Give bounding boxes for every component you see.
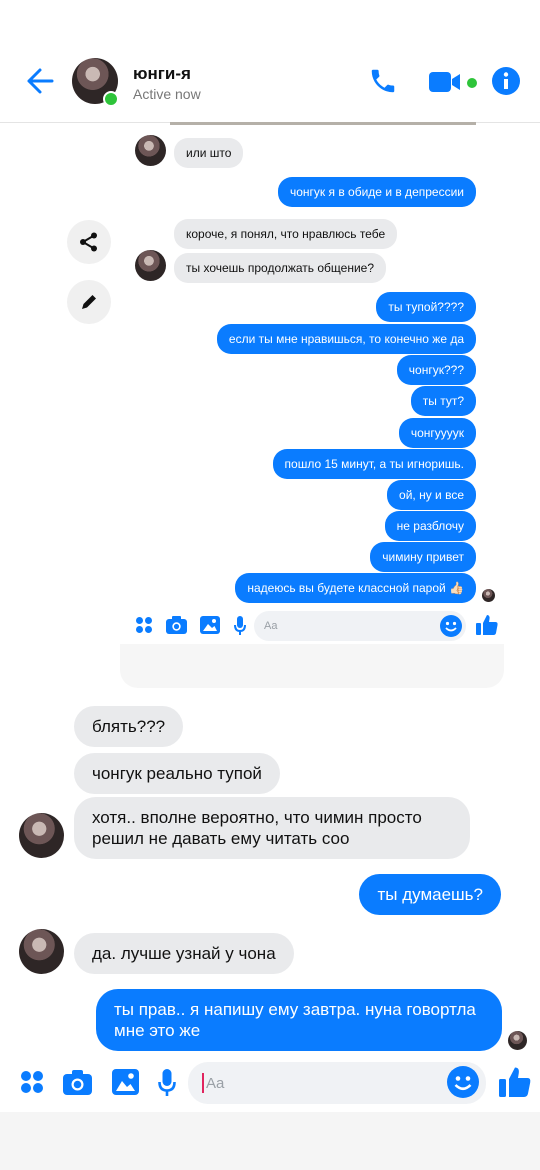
video-active-dot xyxy=(465,76,479,90)
inner-avatar xyxy=(135,135,166,166)
sender-avatar[interactable] xyxy=(19,929,64,974)
contact-status: Active now xyxy=(133,86,201,102)
inner-message: или што xyxy=(174,138,244,168)
message-bubble[interactable]: ты прав.. я напишу ему завтра. нуна гово… xyxy=(96,989,502,1051)
inner-read-receipt-avatar xyxy=(482,589,495,602)
back-arrow-icon[interactable] xyxy=(24,66,54,96)
microphone-icon[interactable] xyxy=(158,1069,176,1097)
inner-bottom-blur xyxy=(120,644,504,688)
contact-name[interactable]: юнги-я xyxy=(133,64,191,84)
inner-message: чонгуууук xyxy=(398,418,476,448)
message-bubble[interactable]: да. лучше узнай у чона xyxy=(74,933,294,974)
message-bubble[interactable]: чонгук реально тупой xyxy=(74,753,280,794)
inner-message: пошло 15 минут, а ты игноришь. xyxy=(272,449,476,479)
message-input[interactable]: Aa xyxy=(188,1062,486,1104)
input-placeholder: Aa xyxy=(206,1074,225,1092)
inner-input-placeholder: Aa xyxy=(264,620,278,632)
inner-message: короче, я понял, что нравлюсь тебе xyxy=(174,219,398,249)
inner-camera-icon xyxy=(166,616,187,634)
apps-icon[interactable] xyxy=(20,1070,44,1094)
message-bubble[interactable]: блять??? xyxy=(74,706,184,747)
edit-button[interactable] xyxy=(67,280,111,324)
shared-screenshot[interactable]: или што чонгук я в обиде и в депрессии к… xyxy=(0,122,540,692)
phone-call-icon[interactable] xyxy=(368,66,398,96)
inner-message: ой, ну и все xyxy=(387,480,476,510)
camera-icon[interactable] xyxy=(63,1069,92,1095)
inner-apps-icon xyxy=(135,616,153,634)
inner-message: не разблочу xyxy=(384,511,476,541)
inner-message: чимину привет xyxy=(370,542,476,572)
sender-avatar[interactable] xyxy=(19,813,64,858)
video-call-icon[interactable] xyxy=(428,70,464,94)
inner-mic-icon xyxy=(234,616,246,636)
inner-message: чонгук??? xyxy=(396,355,476,385)
inner-message: ты тут? xyxy=(410,386,476,416)
screenshot-top-strip xyxy=(170,122,476,125)
inner-message: ты хочешь продолжать общение? xyxy=(174,253,387,283)
online-indicator xyxy=(103,91,119,107)
emoji-icon[interactable] xyxy=(447,1066,479,1098)
inner-emoji-icon xyxy=(440,615,462,637)
inner-message: ты тупой???? xyxy=(376,292,476,322)
inner-message: если ты мне нравишься, то конечно же да xyxy=(216,324,476,354)
info-icon[interactable] xyxy=(492,67,520,95)
like-thumb-icon[interactable] xyxy=(499,1066,531,1098)
bottom-spacer xyxy=(0,1112,540,1170)
inner-message: чонгук я в обиде и в депрессии xyxy=(278,177,476,207)
inner-avatar xyxy=(135,250,166,281)
message-bubble[interactable]: хотя.. вполне вероятно, что чимин просто… xyxy=(74,797,470,859)
text-cursor xyxy=(202,1073,204,1093)
gallery-icon[interactable] xyxy=(112,1069,139,1095)
chat-header: юнги-я Active now xyxy=(0,0,540,123)
inner-message-input: Aa xyxy=(254,611,466,641)
message-bubble[interactable]: ты думаешь? xyxy=(359,874,501,915)
read-receipt-avatar xyxy=(508,1031,527,1050)
share-button[interactable] xyxy=(67,220,111,264)
inner-gallery-icon xyxy=(200,616,220,634)
inner-message: надеюсь вы будете классной парой 👍🏻 xyxy=(235,573,476,603)
inner-like-icon xyxy=(476,614,498,636)
